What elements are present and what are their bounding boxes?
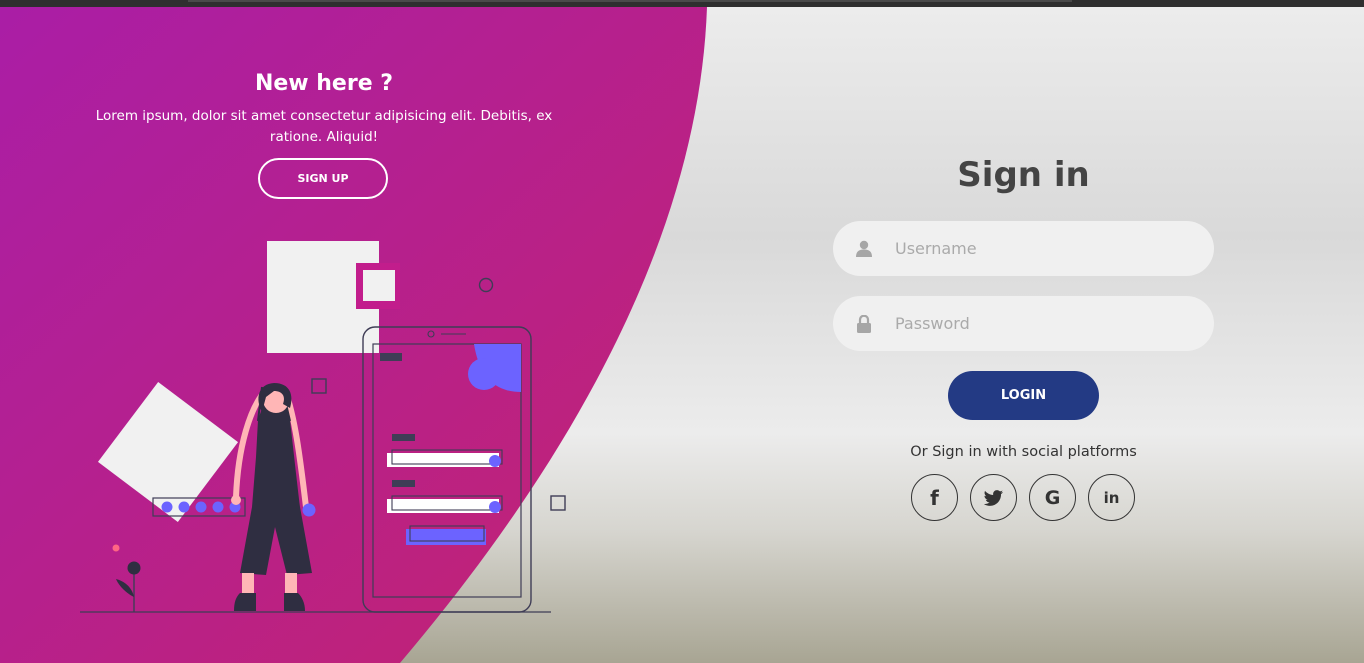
username-field[interactable]	[833, 221, 1214, 276]
left-panel: New here ? Lorem ipsum, dolor sit amet c…	[0, 7, 700, 663]
linkedin-icon[interactable]: in	[1088, 474, 1135, 521]
social-sign-in-text: Or Sign in with social platforms	[910, 444, 1137, 460]
sign-in-title: Sign in	[957, 155, 1090, 195]
facebook-icon[interactable]: f	[911, 474, 958, 521]
password-input[interactable]	[895, 296, 1214, 351]
twitter-icon[interactable]	[970, 474, 1017, 521]
login-illustration	[80, 241, 566, 613]
user-icon	[833, 240, 895, 257]
lock-icon	[833, 314, 895, 333]
login-button[interactable]: LOGIN	[948, 371, 1099, 420]
browser-top-bar	[0, 0, 1364, 7]
username-input[interactable]	[895, 221, 1214, 276]
google-icon[interactable]: G	[1029, 474, 1076, 521]
password-field[interactable]	[833, 296, 1214, 351]
sign-in-form: Sign in LOGIN Or Sign in with social pla…	[833, 7, 1214, 663]
login-page: New here ? Lorem ipsum, dolor sit amet c…	[0, 7, 1364, 663]
